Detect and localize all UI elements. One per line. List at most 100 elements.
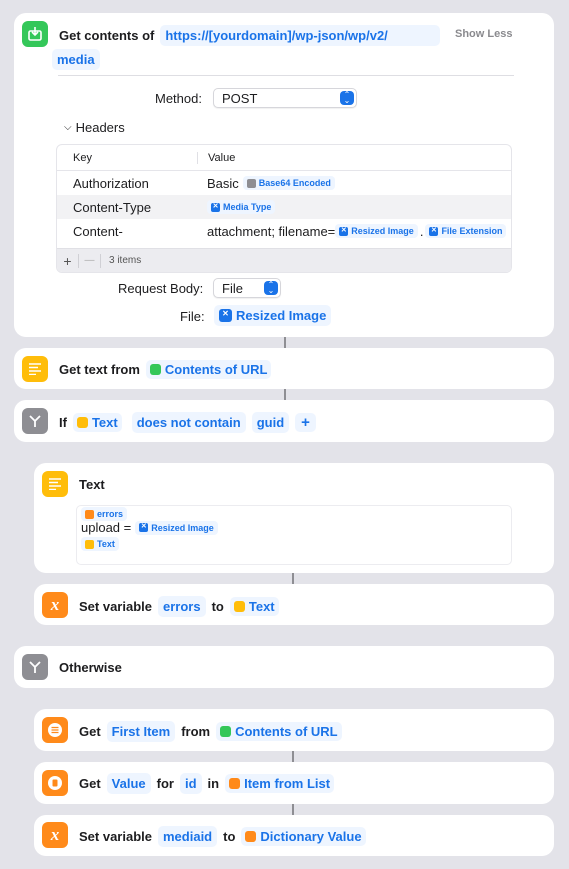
variable-token[interactable]: Text [81, 537, 119, 551]
token-label: Resized Image [236, 308, 327, 323]
table-row[interactable]: Content-Type Media Type [57, 195, 511, 219]
base64-icon [246, 178, 256, 188]
action-label: Set variable [79, 599, 152, 614]
header-value-text: Basic [207, 175, 239, 191]
variable-token[interactable]: Resized Image [335, 224, 418, 238]
list-variable-icon [229, 778, 241, 789]
token-label: File Extension [441, 226, 503, 236]
text-variable-icon [85, 539, 94, 549]
header-key[interactable]: Content- [57, 224, 197, 239]
text-variable-icon [76, 417, 88, 428]
add-header-button[interactable]: + [57, 253, 79, 268]
download-icon [22, 21, 48, 47]
action-label: Set variable [79, 829, 152, 844]
image-variable-icon [429, 226, 439, 236]
add-condition-button[interactable]: + [295, 413, 316, 432]
list-icon [42, 717, 68, 743]
variable-token[interactable]: Item from List [225, 774, 335, 793]
variable-token[interactable]: Text [229, 597, 279, 616]
chevron-down-icon: ⌵ [64, 122, 72, 133]
url-field-continued[interactable]: media [52, 49, 100, 70]
text-icon [42, 471, 68, 497]
variable-token[interactable]: File Extension [425, 224, 507, 238]
token-label: Item from List [244, 776, 331, 791]
text-content: upload = [81, 520, 132, 535]
column-value: Value [197, 151, 511, 164]
from-label: from [181, 724, 211, 739]
image-variable-icon [219, 308, 232, 322]
variable-token[interactable]: Text [72, 413, 122, 432]
condition-token[interactable]: does not contain [131, 412, 246, 433]
branch-icon [22, 408, 48, 434]
variable-token[interactable]: errors [81, 507, 128, 521]
headers-toggle[interactable]: ⌵ Headers [64, 120, 125, 135]
action-label: If [59, 415, 67, 430]
remove-header-button[interactable]: — [79, 253, 101, 268]
token-label: Contents of URL [235, 724, 338, 739]
variable-name-token[interactable]: errors [158, 596, 206, 617]
table-row[interactable]: Content- attachment; filename= Resized I… [57, 219, 511, 243]
image-variable-icon [211, 202, 220, 212]
action-label: Get contents of [59, 28, 155, 43]
connector [292, 804, 294, 815]
header-value-text: attachment; filename= [207, 223, 336, 239]
header-value[interactable]: attachment; filename= Resized Image . Fi… [197, 224, 511, 239]
text-variable-icon [233, 601, 245, 612]
variable-x-icon: x [42, 592, 68, 618]
value-selector-token[interactable]: Value [106, 773, 151, 794]
text-icon [22, 356, 48, 382]
file-label: File: [180, 309, 205, 324]
show-less-button[interactable]: Show Less [455, 28, 512, 40]
token-label: Resized Image [151, 522, 214, 533]
item-selector-token[interactable]: First Item [106, 721, 176, 742]
connector [284, 337, 286, 348]
dictionary-icon [42, 770, 68, 796]
token-label: Resized Image [351, 226, 414, 236]
get-contents-row: Get contents of https://[yourdomain]/wp-… [59, 25, 446, 46]
header-value[interactable]: Media Type [197, 200, 511, 214]
variable-token[interactable]: Media Type [207, 200, 276, 214]
url-field[interactable]: https://[yourdomain]/wp-json/wp/v2/ [160, 25, 441, 46]
method-select[interactable]: POST ⌃ ⌄ [213, 88, 357, 108]
to-label: to [211, 599, 224, 614]
image-variable-icon [139, 522, 149, 532]
if-row: If Text does not contain guid + [59, 412, 322, 433]
separator: . [419, 223, 424, 239]
file-token[interactable]: Resized Image [214, 305, 332, 326]
method-label: Method: [155, 91, 202, 106]
value-token[interactable]: guid [251, 412, 290, 433]
variable-token[interactable]: Resized Image [135, 520, 218, 535]
header-key[interactable]: Authorization [57, 176, 197, 191]
key-token[interactable]: id [179, 773, 202, 794]
web-variable-icon [149, 364, 161, 375]
for-label: for [156, 776, 174, 791]
header-value[interactable]: Basic Base64 Encoded [197, 176, 511, 191]
connector [292, 573, 294, 584]
variable-token[interactable]: Contents of URL [145, 360, 272, 379]
method-value: POST [222, 90, 258, 106]
header-key[interactable]: Content-Type [57, 200, 197, 215]
variable-token[interactable]: Base64 Encoded [242, 176, 335, 190]
variable-token[interactable]: Dictionary Value [241, 827, 366, 846]
stepper-icon: ⌃ ⌄ [340, 91, 354, 105]
headers-footer: + — 3 items [57, 248, 511, 272]
text-line: upload = Resized Image [81, 520, 218, 535]
table-row[interactable]: Authorization Basic Base64 Encoded [57, 171, 511, 195]
text-body-input[interactable] [76, 505, 512, 565]
token-label: Base64 Encoded [258, 178, 331, 188]
action-label: Get [79, 724, 101, 739]
token-label: Dictionary Value [260, 829, 362, 844]
connector [284, 389, 286, 400]
web-variable-icon [220, 726, 232, 737]
variable-x-icon: x [42, 822, 68, 848]
token-label: errors [97, 509, 124, 519]
request-body-value: File [222, 280, 243, 296]
variable-token[interactable]: Contents of URL [216, 722, 342, 741]
request-body-select[interactable]: File ⌃ ⌄ [213, 278, 281, 298]
headers-count: 3 items [109, 255, 142, 266]
variable-name-token[interactable]: mediaid [158, 826, 218, 847]
token-label: Contents of URL [164, 362, 268, 377]
variable-icon [85, 509, 94, 519]
headers-table: Key Value Authorization Basic Base64 Enc… [56, 144, 512, 273]
headers-label: Headers [75, 120, 125, 135]
